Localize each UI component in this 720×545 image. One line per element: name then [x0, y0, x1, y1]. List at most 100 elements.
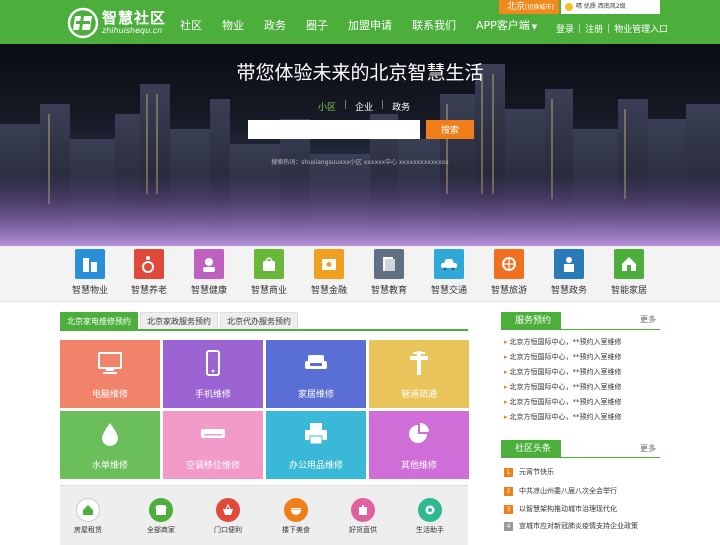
nav-item-property[interactable]: 物业 — [212, 0, 254, 44]
booking-item[interactable]: ▸ 北京方恒国际中心，**预约入室维修 — [504, 412, 622, 422]
tab-agency[interactable]: 北京代办服务预约 — [220, 312, 298, 329]
basket-icon — [216, 498, 240, 522]
user-links: 登录 | 注册 | 物业管理入口 — [556, 22, 668, 36]
booking-more-link[interactable]: 更多 — [640, 314, 656, 325]
building-icon — [75, 249, 105, 279]
tab-enterprise[interactable]: 企业 — [355, 100, 373, 113]
register-link[interactable]: 注册 — [585, 22, 603, 35]
service-elderly[interactable]: 智慧养老 — [119, 249, 179, 296]
quick-label: 房屋租赁 — [74, 526, 102, 534]
house-icon — [76, 498, 100, 522]
rank-badge: 3 — [504, 504, 513, 514]
news-item-text: 元宵节快乐 — [519, 468, 554, 476]
tile-ac-repair[interactable]: 空调移位维修 — [163, 411, 263, 479]
service-smart-home[interactable]: 智能家居 — [599, 249, 659, 296]
tile-plumbing[interactable]: 管道疏通 — [369, 340, 469, 408]
property-entry-link[interactable]: 物业管理入口 — [614, 22, 668, 35]
booking-item[interactable]: ▸ 北京方恒国际中心，**预约入室维修 — [504, 397, 622, 407]
logo-subtitle: zhihuishequ.cn — [102, 26, 163, 35]
tab-government[interactable]: 政务 — [392, 100, 410, 113]
nav-item-circle[interactable]: 圈子 — [296, 0, 338, 44]
service-government[interactable]: 智慧政务 — [539, 249, 599, 296]
news-item[interactable]: 2 中共凉山州委八届八次全会举行 — [504, 486, 617, 496]
booking-item-text: 北京方恒国际中心，**预约入室维修 — [509, 338, 622, 346]
nav-item-contact[interactable]: 联系我们 — [402, 0, 466, 44]
main-nav: 社区 物业 政务 圈子 加盟申请 联系我们 APP客户端 ▼ — [170, 0, 547, 44]
tile-computer-repair[interactable]: 电脑维修 — [60, 340, 160, 408]
quick-label: 生活助手 — [416, 526, 444, 534]
nav-item-join[interactable]: 加盟申请 — [338, 0, 402, 44]
nav-item-community[interactable]: 社区 — [170, 0, 212, 44]
tile-label: 手机维修 — [194, 390, 231, 400]
education-icon — [374, 249, 404, 279]
tab-appliance-repair[interactable]: 北京家电维修预约 — [60, 312, 138, 329]
plumbing-icon — [410, 351, 428, 375]
tile-phone-repair[interactable]: 手机维修 — [163, 340, 263, 408]
quick-label: 楼下美食 — [282, 526, 310, 534]
tile-other-repair[interactable]: 其他维修 — [369, 411, 469, 479]
quick-house-rental[interactable]: 房屋租赁 — [64, 498, 112, 535]
tile-label: 其他维修 — [400, 461, 437, 471]
service-finance[interactable]: 智慧金融 — [299, 249, 359, 296]
service-travel[interactable]: 智慧旅游 — [479, 249, 539, 296]
news-more-link[interactable]: 更多 — [640, 443, 656, 454]
booking-item[interactable]: ▸ 北京方恒国际中心，**预约入室维修 — [504, 352, 622, 362]
search-button[interactable]: 搜索 — [426, 120, 474, 139]
search-input[interactable] — [248, 120, 420, 139]
booking-item[interactable]: ▸ 北京方恒国际中心，**预约入室维修 — [504, 367, 622, 377]
city-switch-note: [切换城市] — [525, 4, 554, 11]
hot-keywords: 搜索热词：shuxiangsuuxxx小区 xxxxxx中心 xxxxxxxxx… — [271, 159, 449, 166]
booking-panel-title: 服务预约 — [501, 312, 561, 330]
site-logo[interactable]: 智慧社区 zhihuishequ.cn — [66, 6, 166, 40]
quick-label: 全部商家 — [147, 526, 175, 534]
divider: | — [578, 23, 582, 34]
logo-title: 智慧社区 — [102, 9, 167, 27]
tab-underline — [60, 329, 468, 331]
tab-community[interactable]: 小区 — [318, 100, 336, 113]
city-name: 北京 — [507, 2, 526, 12]
rank-badge: 1 — [504, 467, 513, 477]
rank-badge: 4 — [504, 521, 513, 531]
login-link[interactable]: 登录 — [556, 22, 574, 35]
booking-item-text: 北京方恒国际中心，**预约入室维修 — [509, 368, 622, 376]
repair-service-tabs: 北京家电维修预约 北京家政服务预约 北京代办服务预约 — [60, 312, 300, 330]
news-item[interactable]: 3 以智慧架构推动城市治理现代化 — [504, 504, 617, 514]
tile-water-repair[interactable]: 水单维修 — [60, 411, 160, 479]
shopping-icon — [254, 249, 284, 279]
quick-food[interactable]: 楼下美食 — [272, 498, 320, 535]
water-drop-icon — [102, 423, 118, 446]
news-item[interactable]: 4 宣城市应对新冠肺炎疫情支持企业政策 — [504, 521, 638, 531]
sun-icon — [565, 2, 573, 11]
divider: | — [344, 100, 348, 110]
news-item[interactable]: 1 元宵节快乐 — [504, 467, 554, 477]
hero-title: 带您体验未来的北京智慧生活 — [236, 62, 484, 84]
service-property[interactable]: 智慧物业 — [60, 249, 120, 296]
store-icon — [149, 498, 173, 522]
nav-item-government[interactable]: 政务 — [254, 0, 296, 44]
tab-housekeeping[interactable]: 北京家政服务预约 — [140, 312, 218, 329]
weather-text: 晴 优质 西南风2级 — [576, 3, 626, 10]
service-traffic[interactable]: 智慧交通 — [419, 249, 479, 296]
service-category-row: 智慧物业 智慧养老 智慧健康 智慧商业 智慧金融 智慧教育 智慧交通 智慧旅游 … — [0, 246, 720, 302]
pie-chart-icon — [409, 423, 429, 443]
sofa-icon — [305, 355, 327, 369]
booking-item[interactable]: ▸ 北京方恒国际中心，**预约入室维修 — [504, 382, 622, 392]
quick-services-row: 房屋租赁 全部商家 门口便利 楼下美食 好货直供 生活助手 — [60, 485, 468, 545]
service-education[interactable]: 智慧教育 — [359, 249, 419, 296]
service-label: 智能家居 — [610, 286, 647, 296]
booking-item-text: 北京方恒国际中心，**预约入室维修 — [509, 383, 622, 391]
news-item-text: 中共凉山州委八届八次全会举行 — [519, 487, 617, 495]
booking-item[interactable]: ▸ 北京方恒国际中心，**预约入室维修 — [504, 337, 622, 347]
service-label: 智慧物业 — [71, 286, 108, 296]
booking-item-text: 北京方恒国际中心，**预约入室维修 — [509, 398, 622, 406]
city-switcher[interactable]: 北京[切换城市] — [499, 0, 559, 14]
service-commerce[interactable]: 智慧商业 — [239, 249, 299, 296]
quick-convenience[interactable]: 门口便利 — [204, 498, 252, 535]
tile-furniture-repair[interactable]: 家居维修 — [266, 340, 366, 408]
quick-assistant[interactable]: 生活助手 — [406, 498, 454, 535]
service-health[interactable]: 智慧健康 — [179, 249, 239, 296]
quick-all-stores[interactable]: 全部商家 — [137, 498, 185, 535]
tile-office-repair[interactable]: 办公用品维修 — [266, 411, 366, 479]
quick-goods[interactable]: 好货直供 — [339, 498, 387, 535]
service-label: 智慧健康 — [190, 286, 227, 296]
